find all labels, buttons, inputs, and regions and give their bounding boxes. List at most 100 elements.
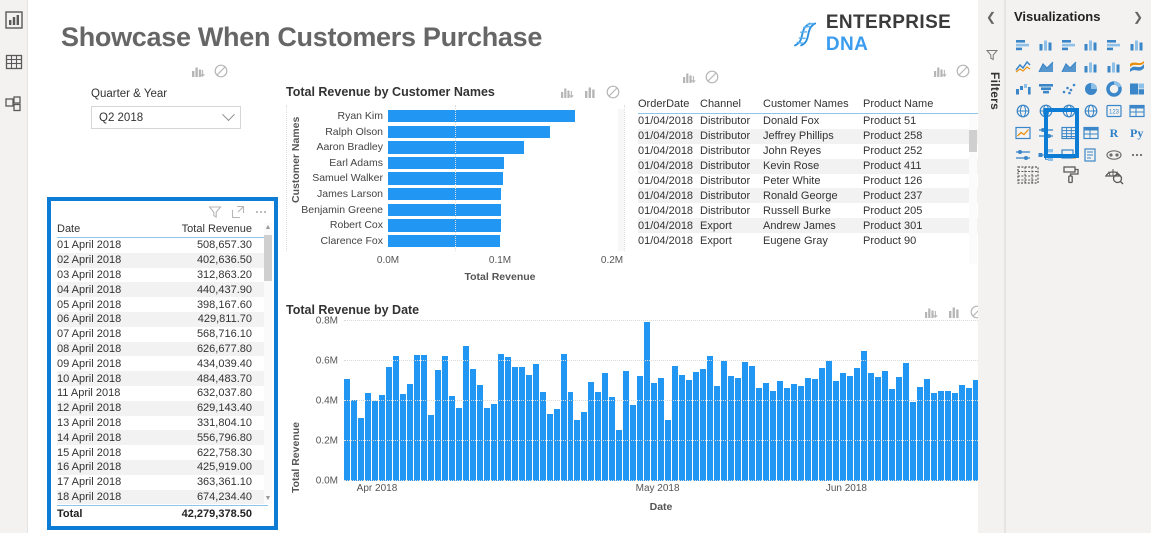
bar[interactable] <box>860 350 867 481</box>
format-tab[interactable] <box>1059 163 1084 187</box>
total-revenue-by-date-table[interactable]: Date Total Revenue 01 April 2018 508,657.… <box>47 197 278 530</box>
shape-map-icon[interactable] <box>1057 100 1080 122</box>
drill-down-icon[interactable] <box>560 85 574 99</box>
stacked-area-chart-icon[interactable] <box>1057 56 1080 78</box>
table-row[interactable]: 01/04/2018 Distributor Russell Burke Produc… <box>638 203 983 218</box>
table-row[interactable]: 01/04/2018 Distributor John Reyes Product 2… <box>638 144 983 159</box>
total-revenue-by-customer-names-chart[interactable]: Total Revenue by Customer Names Customer… <box>286 85 625 300</box>
bar[interactable] <box>595 391 602 481</box>
bar[interactable] <box>923 379 930 481</box>
funnel-chart-icon[interactable] <box>1035 78 1058 100</box>
bar[interactable] <box>490 404 497 481</box>
bar[interactable] <box>777 380 784 481</box>
bar[interactable] <box>672 365 679 481</box>
bar-row[interactable]: Aaron Bradley <box>316 140 612 156</box>
bar-row[interactable]: James Larson <box>317 187 612 203</box>
bar[interactable] <box>623 370 630 481</box>
bar[interactable] <box>742 361 749 481</box>
table-row[interactable]: 10 April 2018 484,483.70 <box>57 371 268 386</box>
kpi-icon[interactable] <box>1012 122 1035 144</box>
table-row[interactable]: 13 April 2018 331,804.10 <box>57 416 268 431</box>
scatter-chart-icon[interactable] <box>1057 78 1080 100</box>
column-header-channel[interactable]: Channel <box>700 98 763 110</box>
filter-icon[interactable] <box>208 205 222 219</box>
table-right-scrollbar-thumb[interactable] <box>969 130 977 152</box>
bar[interactable] <box>811 379 818 481</box>
table-row[interactable]: 01 April 2018 508,657.30 <box>57 238 268 253</box>
bar[interactable] <box>609 396 616 481</box>
bar[interactable] <box>665 420 672 481</box>
total-revenue-by-date-chart[interactable]: Total Revenue by Date Total Revenue 0.0M… <box>286 303 986 528</box>
more-options-icon[interactable] <box>254 205 268 219</box>
100-stacked-column-chart-icon[interactable] <box>1125 34 1148 56</box>
bar[interactable] <box>388 187 502 201</box>
bar[interactable] <box>874 377 881 481</box>
column-header-customer-names[interactable]: Customer Names <box>763 98 863 110</box>
filter-off-icon[interactable] <box>705 70 719 84</box>
filter-off-icon[interactable] <box>606 85 620 99</box>
bar[interactable] <box>483 408 490 481</box>
table-row[interactable]: 01/04/2018 Distributor Kevin Rose Product 4… <box>638 158 983 174</box>
bar[interactable] <box>385 367 392 481</box>
bar-row[interactable]: Ralph Olson <box>325 125 612 141</box>
table-row[interactable]: 15 April 2018 622,758.30 <box>57 445 268 460</box>
more-options-icon[interactable] <box>1125 144 1148 166</box>
treemap-icon[interactable] <box>1125 78 1148 100</box>
azure-map-icon[interactable] <box>1080 100 1103 122</box>
ribbon-chart-icon[interactable] <box>1125 56 1148 78</box>
bar[interactable] <box>399 394 406 481</box>
clustered-bar-chart-icon[interactable] <box>1057 34 1080 56</box>
table-row[interactable]: 02 April 2018 402,636.50 <box>57 252 268 268</box>
bar[interactable] <box>846 375 853 481</box>
bar[interactable] <box>651 382 658 481</box>
table-row[interactable]: 01/04/2018 Distributor Ronald George Produc… <box>638 188 983 204</box>
bar[interactable] <box>784 387 790 481</box>
bar[interactable] <box>388 234 500 248</box>
bar[interactable] <box>378 395 385 481</box>
pie-chart-icon[interactable] <box>1080 78 1103 100</box>
fields-tab[interactable] <box>1016 163 1041 187</box>
column-header-orderdate[interactable]: OrderDate <box>638 98 700 110</box>
bar[interactable] <box>770 391 777 481</box>
table-row[interactable]: 08 April 2018 626,677.80 <box>57 341 268 357</box>
table-row[interactable]: 06 April 2018 429,811.70 <box>57 311 268 327</box>
bar[interactable] <box>937 391 944 481</box>
table-row[interactable]: 01/04/2018 Distributor Jeffrey Phillips Pro… <box>638 128 983 144</box>
bar-row[interactable]: Benjamin Greene <box>301 203 612 219</box>
slicer-dropdown[interactable]: Q2 2018 <box>91 106 241 129</box>
python-script-icon[interactable]: Py <box>1125 122 1148 144</box>
slicer-icon[interactable] <box>1035 122 1058 144</box>
bar[interactable] <box>867 372 874 481</box>
bar-row[interactable]: Earl Adams <box>329 156 612 172</box>
filled-map-icon[interactable] <box>1035 100 1058 122</box>
bar[interactable] <box>406 384 413 481</box>
bar-row[interactable]: Robert Cox <box>330 218 612 234</box>
bar[interactable] <box>581 412 588 481</box>
bar[interactable] <box>602 373 609 481</box>
bar[interactable] <box>888 388 895 481</box>
matrix-icon[interactable] <box>1080 122 1103 144</box>
bar[interactable] <box>791 383 797 481</box>
bar[interactable] <box>707 356 714 481</box>
drill-down-icon[interactable] <box>924 305 938 319</box>
drill-up-icon[interactable] <box>947 305 961 319</box>
bar[interactable] <box>539 392 546 481</box>
data-view-icon[interactable] <box>4 52 24 72</box>
stacked-column-chart-icon[interactable] <box>1035 34 1058 56</box>
table-row[interactable]: 01/04/2018 Distributor Donald Fox Product 5… <box>638 114 983 129</box>
bar[interactable] <box>756 387 763 481</box>
bar[interactable] <box>637 376 644 481</box>
model-view-icon[interactable] <box>4 94 24 114</box>
bar[interactable] <box>763 382 770 481</box>
stacked-bar-chart-icon[interactable] <box>1012 34 1035 56</box>
report-view-icon[interactable] <box>4 10 24 30</box>
bar[interactable] <box>504 357 511 481</box>
bar[interactable] <box>434 369 441 481</box>
bar[interactable] <box>448 395 455 481</box>
bar[interactable] <box>630 405 637 481</box>
waterfall-chart-icon[interactable] <box>1012 78 1035 100</box>
table-row[interactable]: 01/04/2018 Distributor Peter White Product … <box>638 174 983 189</box>
bar[interactable] <box>853 368 860 481</box>
bar[interactable] <box>344 379 350 481</box>
bar[interactable] <box>388 156 505 170</box>
